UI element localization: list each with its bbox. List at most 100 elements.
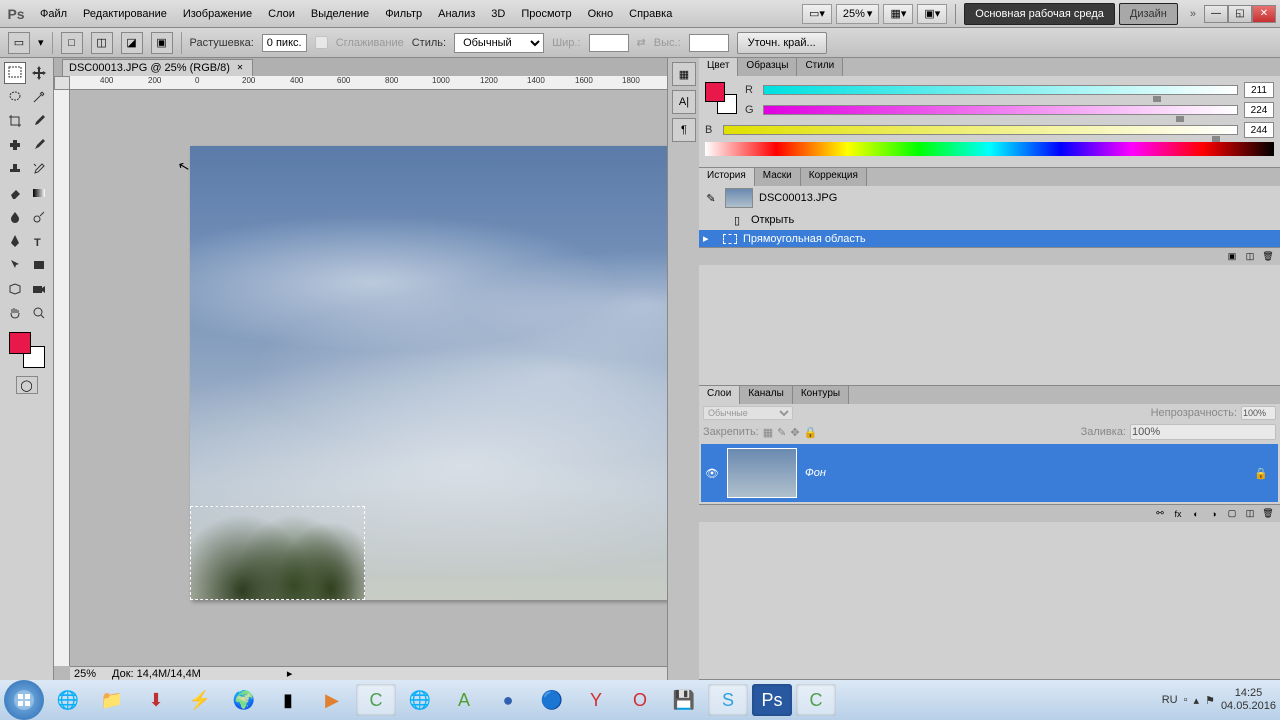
crop-tool[interactable]	[4, 110, 26, 132]
r-slider[interactable]	[763, 85, 1238, 95]
zoom-tool[interactable]	[28, 302, 50, 324]
lock-move-icon[interactable]: ✥	[790, 426, 799, 439]
hand-tool[interactable]	[4, 302, 26, 324]
tab-color[interactable]: Цвет	[699, 58, 738, 76]
tab-history[interactable]: История	[699, 168, 755, 186]
layer-row[interactable]: 👁 Фон 🔒	[701, 444, 1278, 502]
type-tool[interactable]: T	[28, 230, 50, 252]
tab-styles[interactable]: Стили	[797, 58, 843, 76]
start-button[interactable]	[4, 680, 44, 720]
history-snapshot-btn[interactable]: ▣	[1224, 250, 1240, 264]
panel-color-swatch[interactable]	[705, 82, 737, 114]
arrange-docs-btn[interactable]: ▦▾	[883, 4, 913, 24]
eraser-tool[interactable]	[4, 182, 26, 204]
workspace-design-btn[interactable]: Дизайн	[1119, 3, 1178, 25]
b-input[interactable]	[1244, 122, 1274, 138]
task-yandex[interactable]: Y	[576, 684, 616, 716]
history-step-open[interactable]: ▯ Открыть	[699, 210, 1280, 230]
layer-visibility-icon[interactable]: 👁	[705, 466, 719, 480]
layer-thumbnail[interactable]	[727, 448, 797, 498]
dock-character-icon[interactable]: A|	[672, 90, 696, 114]
tab-swatches[interactable]: Образцы	[738, 58, 797, 76]
b-slider[interactable]	[723, 125, 1238, 135]
lock-all-icon[interactable]: 🔒	[804, 426, 818, 439]
path-select-tool[interactable]	[4, 254, 26, 276]
lock-trans-icon[interactable]: ▦	[763, 426, 773, 439]
workspace-main-btn[interactable]: Основная рабочая среда	[964, 3, 1115, 25]
task-photoshop[interactable]: Ps	[752, 684, 792, 716]
menu-layer[interactable]: Слои	[260, 4, 303, 24]
style-select[interactable]: Обычный	[454, 33, 544, 53]
tab-channels[interactable]: Каналы	[740, 386, 793, 404]
marquee-selection[interactable]	[190, 506, 365, 600]
task-app3[interactable]: ▮	[268, 684, 308, 716]
adjustment-layer-btn[interactable]: ◑	[1206, 507, 1222, 521]
pen-tool[interactable]	[4, 230, 26, 252]
r-input[interactable]	[1244, 82, 1274, 98]
menu-file[interactable]: Файл	[32, 4, 75, 24]
menu-help[interactable]: Справка	[621, 4, 680, 24]
task-recorder[interactable]: C	[796, 684, 836, 716]
task-app2[interactable]: 🌍	[224, 684, 264, 716]
blur-tool[interactable]	[4, 206, 26, 228]
image-canvas[interactable]: ↖	[190, 146, 667, 600]
screen-mode-btn[interactable]: ▣▾	[917, 4, 947, 24]
selection-subtract-btn[interactable]: ◪	[121, 32, 143, 54]
menu-analysis[interactable]: Анализ	[430, 4, 483, 24]
zoom-level-dropdown[interactable]: 25% ▾	[836, 4, 880, 24]
stamp-tool[interactable]	[4, 158, 26, 180]
layer-group-btn[interactable]: ▢	[1224, 507, 1240, 521]
ruler-origin[interactable]	[54, 76, 70, 90]
maximize-btn[interactable]: ◱	[1228, 5, 1252, 23]
delete-layer-btn[interactable]: 🗑	[1260, 507, 1276, 521]
layer-name[interactable]: Фон	[805, 467, 826, 479]
status-arrow-icon[interactable]: ▸	[287, 667, 293, 680]
menu-view[interactable]: Просмотр	[513, 4, 579, 24]
new-layer-btn[interactable]: ◫	[1242, 507, 1258, 521]
history-snapshot[interactable]: ✎ DSC00013.JPG	[699, 186, 1280, 210]
history-delete-btn[interactable]: 🗑	[1260, 250, 1276, 264]
task-app1[interactable]: ⚡	[180, 684, 220, 716]
selection-new-btn[interactable]: □	[61, 32, 83, 54]
tab-layers[interactable]: Слои	[699, 386, 740, 404]
task-app4[interactable]: A	[444, 684, 484, 716]
canvas-viewport[interactable]: ↖	[70, 90, 667, 666]
menu-edit[interactable]: Редактирование	[75, 4, 175, 24]
menu-3d[interactable]: 3D	[483, 4, 513, 24]
task-ie[interactable]: 🌐	[48, 684, 88, 716]
refine-edge-btn[interactable]: Уточн. край...	[737, 32, 827, 54]
menu-select[interactable]: Выделение	[303, 4, 377, 24]
tray-lang[interactable]: RU	[1162, 694, 1178, 706]
task-explorer[interactable]: 📁	[92, 684, 132, 716]
color-ramp[interactable]	[705, 142, 1274, 156]
tray-clock[interactable]: 14:25 04.05.2016	[1221, 687, 1276, 713]
close-btn[interactable]: ✕	[1252, 5, 1276, 23]
foreground-color[interactable]	[9, 332, 31, 354]
3d-tool[interactable]	[4, 278, 26, 300]
history-new-btn[interactable]: ◫	[1242, 250, 1258, 264]
dodge-tool[interactable]	[28, 206, 50, 228]
feather-input[interactable]	[262, 34, 307, 52]
task-skype[interactable]: S	[708, 684, 748, 716]
lock-paint-icon[interactable]: ✎	[777, 426, 786, 439]
tray-flag-icon[interactable]: ▫	[1184, 694, 1188, 706]
tab-close-icon[interactable]: ✕	[234, 62, 246, 74]
history-brush-tool[interactable]	[28, 158, 50, 180]
task-opera[interactable]: O	[620, 684, 660, 716]
dock-paragraph-icon[interactable]: ¶	[672, 118, 696, 142]
quickmask-btn[interactable]: ◯	[16, 376, 38, 394]
3d-camera-tool[interactable]	[28, 278, 50, 300]
g-slider[interactable]	[763, 105, 1238, 115]
move-tool[interactable]	[28, 62, 50, 84]
status-zoom[interactable]: 25%	[74, 668, 96, 680]
tab-masks[interactable]: Маски	[755, 168, 801, 186]
task-chrome[interactable]: 🔵	[532, 684, 572, 716]
brush-tool[interactable]	[28, 134, 50, 156]
current-tool-icon[interactable]: ▭	[8, 32, 30, 54]
task-save[interactable]: 💾	[664, 684, 704, 716]
shape-tool[interactable]	[28, 254, 50, 276]
task-media[interactable]: ▶	[312, 684, 352, 716]
workspace-more-btn[interactable]: »	[1190, 8, 1196, 20]
tab-paths[interactable]: Контуры	[793, 386, 849, 404]
wand-tool[interactable]	[28, 86, 50, 108]
